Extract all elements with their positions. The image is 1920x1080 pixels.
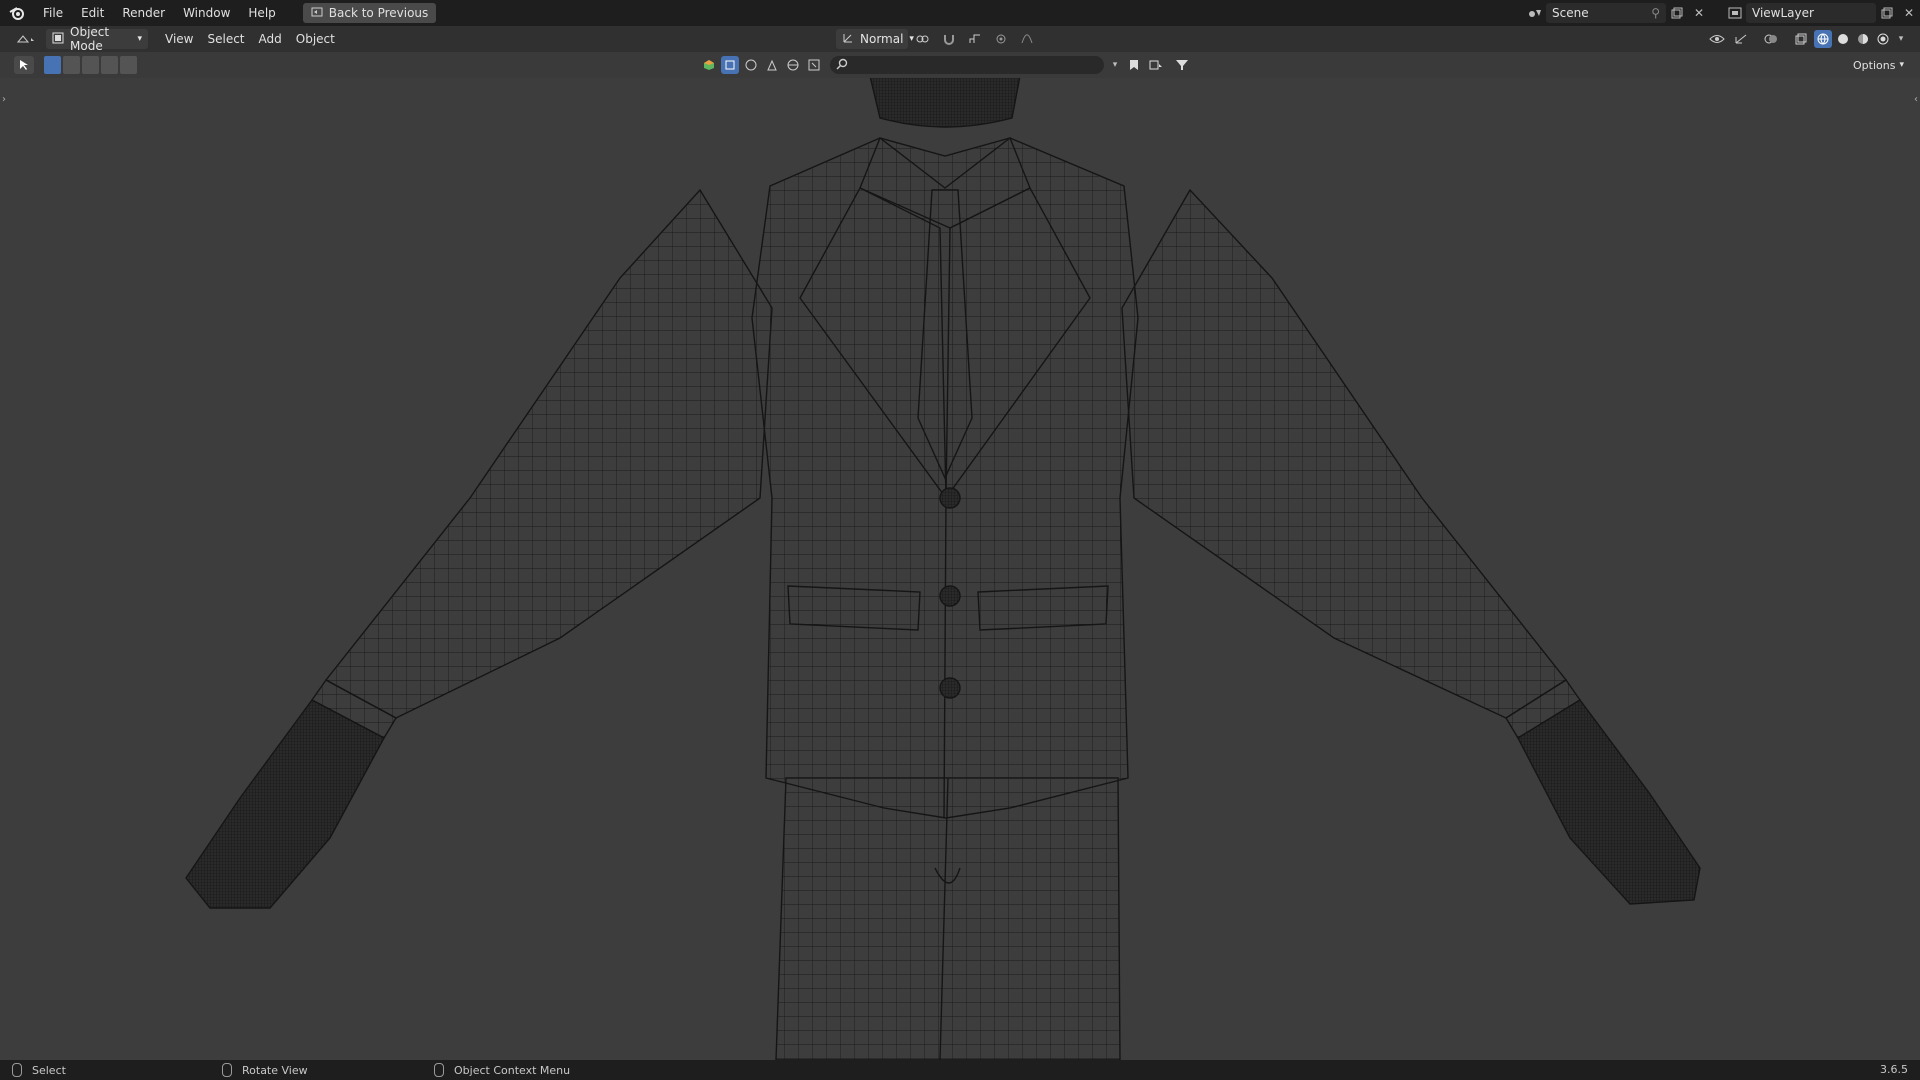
menu-file[interactable]: File: [34, 0, 72, 26]
mouse-middle-icon: [222, 1063, 232, 1077]
status-rotate-view: Rotate View: [222, 1060, 308, 1080]
viewport-display-controls: ▾: [1706, 29, 1908, 49]
view-layer-field[interactable]: ViewLayer: [1746, 3, 1876, 23]
status-select: Select: [12, 1060, 66, 1080]
menu-view[interactable]: View: [158, 26, 200, 52]
snap-icon[interactable]: [938, 29, 960, 49]
left-hand-mesh: [185, 699, 385, 909]
menu-add[interactable]: Add: [252, 26, 289, 52]
status-context-menu: Object Context Menu: [434, 1060, 570, 1080]
chevron-down-icon: ▾: [1899, 60, 1904, 70]
outliner-filter-bar: ▾: [700, 55, 1194, 75]
menu-edit[interactable]: Edit: [72, 0, 113, 26]
scene-name: Scene: [1552, 6, 1589, 20]
menu-select[interactable]: Select: [200, 26, 251, 52]
search-icon: [836, 58, 848, 73]
editor-type-icon[interactable]: [12, 29, 40, 49]
object-filter-icon[interactable]: [700, 55, 718, 75]
select-new-icon[interactable]: [44, 56, 61, 74]
visibility-icon[interactable]: [1706, 29, 1728, 49]
curve-filter-icon[interactable]: [742, 55, 760, 75]
solid-shading-icon[interactable]: [1834, 30, 1852, 48]
new-view-layer-icon[interactable]: [1876, 3, 1898, 23]
transform-controls: Normal ▾: [836, 29, 1038, 49]
neck-mesh: [869, 78, 1021, 128]
options-dropdown[interactable]: Options ▾: [1845, 56, 1912, 74]
select-tool-icon[interactable]: [14, 56, 34, 74]
back-to-previous-button[interactable]: Back to Previous: [302, 3, 437, 23]
select-invert-icon[interactable]: [101, 56, 118, 74]
select-intersect-icon[interactable]: [120, 56, 137, 74]
delete-view-layer-icon[interactable]: ✕: [1898, 3, 1920, 23]
pivot-point-icon[interactable]: [912, 29, 934, 49]
left-pocket-flap: [787, 585, 921, 631]
overlays-icon[interactable]: [1760, 29, 1782, 49]
mouse-right-icon: [434, 1063, 444, 1077]
falloff-icon[interactable]: [1016, 29, 1038, 49]
camera-filter-icon[interactable]: [784, 55, 802, 75]
new-scene-icon[interactable]: [1666, 3, 1688, 23]
tool-settings-row: ▾ Options ▾: [0, 52, 1920, 78]
pin-icon[interactable]: ⚲: [1651, 6, 1660, 20]
search-dropdown-chevron-icon[interactable]: ▾: [1107, 55, 1123, 75]
blender-logo-icon[interactable]: [0, 0, 34, 26]
jacket-button-2: [939, 585, 961, 607]
mode-label: Object Mode: [70, 25, 110, 53]
jacket-button-3: [939, 677, 961, 699]
mode-selector[interactable]: Object Mode ▾: [46, 25, 148, 53]
version-label: 3.6.5: [1880, 1063, 1908, 1076]
status-rotate-label: Rotate View: [242, 1063, 308, 1077]
status-context-label: Object Context Menu: [454, 1063, 571, 1077]
gizmo-icon[interactable]: [1730, 29, 1752, 49]
selection-mode-group: [44, 56, 137, 74]
orientation-label: Normal: [860, 32, 904, 46]
status-select-label: Select: [32, 1063, 66, 1077]
right-sleeve-mesh: [1121, 188, 1568, 719]
light-filter-icon[interactable]: [763, 55, 781, 75]
menu-object[interactable]: Object: [289, 26, 342, 52]
bookmark-icon[interactable]: [1126, 55, 1142, 75]
select-subtract-icon[interactable]: [82, 56, 99, 74]
trousers-mesh: [775, 777, 1121, 1060]
orientation-icon: [842, 32, 854, 47]
menu-window[interactable]: Window: [174, 0, 239, 26]
xray-icon[interactable]: [1790, 29, 1812, 49]
other-filter-icon[interactable]: [805, 55, 823, 75]
left-sleeve-mesh: [324, 188, 773, 719]
mouse-left-icon: [12, 1063, 22, 1077]
status-bar: Select Rotate View Object Context Menu 3…: [0, 1060, 1920, 1080]
options-label: Options: [1853, 58, 1896, 72]
shading-options-chevron-icon[interactable]: ▾: [1894, 29, 1908, 49]
orientation-selector[interactable]: Normal ▾: [836, 29, 914, 49]
jacket-button-1: [939, 487, 961, 509]
search-input[interactable]: [830, 56, 1104, 74]
chevron-down-icon: ▾: [137, 34, 142, 44]
top-bar: File Edit Render Window Help Back to Pre…: [0, 0, 1920, 26]
proportional-editing-icon[interactable]: [990, 29, 1012, 49]
mesh-filter-icon[interactable]: [721, 56, 739, 74]
menu-render[interactable]: Render: [113, 0, 174, 26]
view-layer-name: ViewLayer: [1752, 6, 1814, 20]
select-extend-icon[interactable]: [63, 56, 80, 74]
menu-help[interactable]: Help: [239, 0, 284, 26]
3d-viewport[interactable]: › ‹: [0, 78, 1920, 1060]
material-shading-icon[interactable]: [1854, 30, 1872, 48]
view-layer-icon[interactable]: [1724, 3, 1746, 23]
scene-selector-icon[interactable]: [1524, 3, 1546, 23]
object-mode-icon: [52, 32, 64, 47]
scene-field[interactable]: Scene ⚲: [1546, 3, 1666, 23]
snap-increment-icon[interactable]: [964, 29, 986, 49]
right-pocket-flap: [977, 585, 1109, 631]
back-icon: [311, 6, 323, 20]
rendered-shading-icon[interactable]: [1874, 30, 1892, 48]
collection-filter-icon[interactable]: [1145, 55, 1167, 75]
right-hand-mesh: [1517, 699, 1701, 905]
back-button-label: Back to Previous: [328, 6, 429, 20]
suit-wireframe-mesh[interactable]: [0, 78, 1920, 1060]
delete-scene-icon[interactable]: ✕: [1688, 3, 1710, 23]
wireframe-shading-icon[interactable]: [1814, 30, 1832, 48]
viewport-header: Object Mode ▾ View Select Add Object Nor…: [0, 25, 1920, 53]
filter-funnel-icon[interactable]: [1170, 55, 1194, 75]
